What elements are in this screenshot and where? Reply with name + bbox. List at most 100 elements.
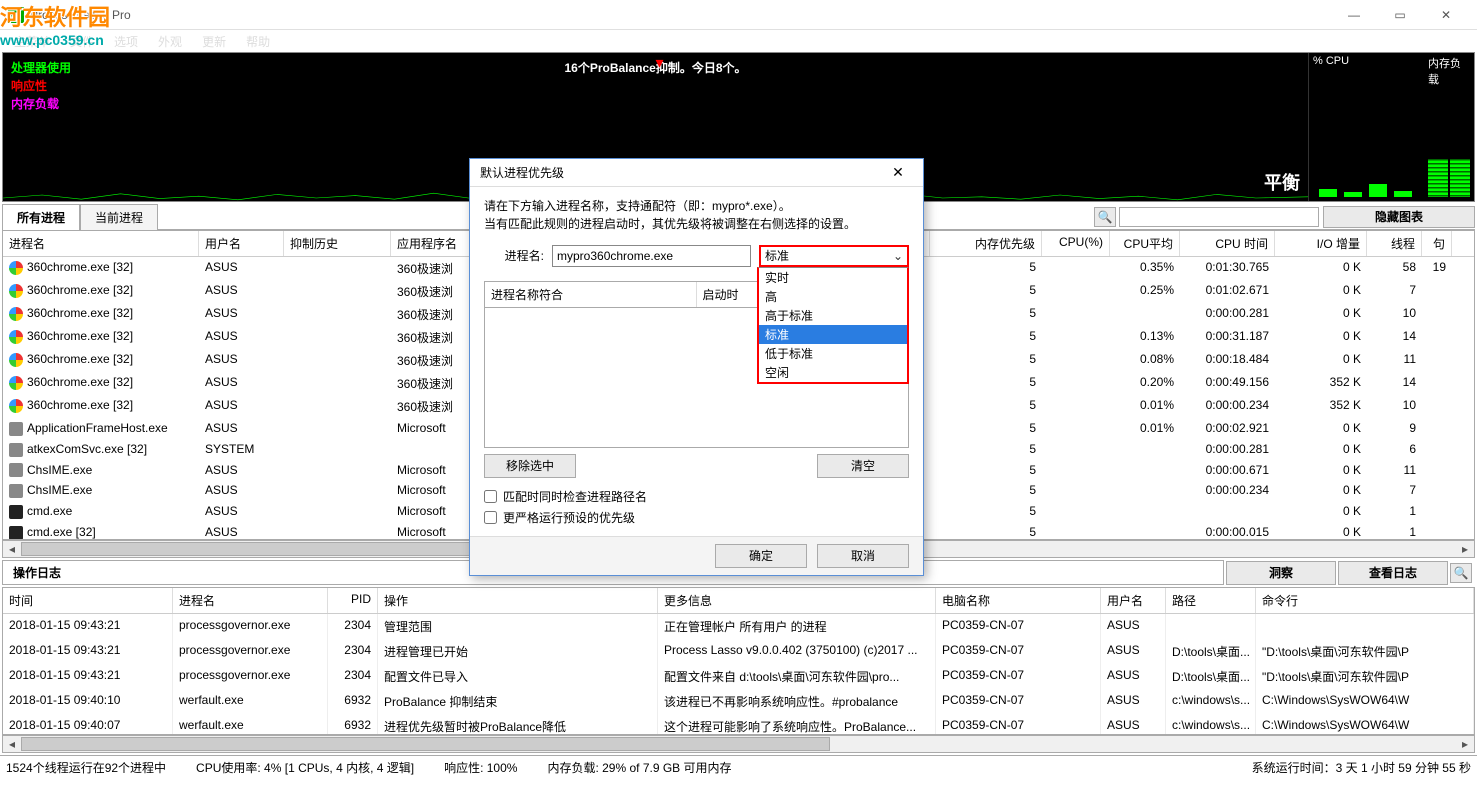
legend-responsiveness: 响应性 [11, 77, 71, 95]
cpu-cores-meter: % CPU [1309, 53, 1422, 201]
process-icon [9, 484, 23, 498]
cancel-button[interactable]: 取消 [817, 544, 909, 568]
process-icon [9, 261, 23, 275]
process-icon [9, 443, 23, 457]
tab-all-processes[interactable]: 所有进程 [2, 204, 80, 230]
priority-option[interactable]: 实时 [759, 268, 907, 287]
status-bar: 1524个线程运行在92个进程中 CPU使用率: 4% [1 CPUs, 4 内… [0, 755, 1477, 779]
menu-main[interactable]: 主菜单 [6, 31, 58, 52]
priority-option[interactable]: 低于标准 [759, 344, 907, 363]
menu-help[interactable]: 帮助 [238, 31, 278, 52]
process-icon [9, 463, 23, 477]
col-cpu-time[interactable]: CPU 时间 [1180, 231, 1275, 256]
check-strict-priority[interactable]: 更严格运行预设的优先级 [484, 509, 909, 526]
table-row[interactable]: 2018-01-15 09:43:21processgovernor.exe23… [3, 639, 1474, 664]
log-table: 时间 进程名 PID 操作 更多信息 电脑名称 用户名 路径 命令行 2018-… [2, 587, 1475, 735]
status-memory: 内存负载: 29% of 7.9 GB 可用内存 [547, 759, 731, 776]
search-input[interactable] [1119, 207, 1319, 227]
legend-memory: 内存负载 [11, 95, 71, 113]
priority-dropdown: 实时高高于标准标准低于标准空闲 [757, 267, 909, 384]
menu-bar: 主菜单 文件 选项 外观 更新 帮助 [0, 30, 1477, 52]
priority-combobox-value: 标准 [765, 247, 789, 264]
menu-update[interactable]: 更新 [194, 31, 234, 52]
dialog-close-icon[interactable]: ✕ [883, 164, 913, 181]
priority-option[interactable]: 高 [759, 287, 907, 306]
process-name-label: 进程名: [484, 247, 544, 264]
memory-meter: 内存负载 [1424, 53, 1474, 201]
close-button[interactable]: ✕ [1423, 0, 1469, 30]
check-match-path[interactable]: 匹配时同时检查进程路径名 [484, 488, 909, 505]
remove-selected-button[interactable]: 移除选中 [484, 454, 576, 478]
scroll-right-icon[interactable]: ▸ [1456, 541, 1474, 557]
priority-option[interactable]: 标准 [759, 325, 907, 344]
minimize-button[interactable]: — [1331, 0, 1377, 30]
status-cpu: CPU使用率: 4% [1 CPUs, 4 内核, 4 逻辑] [196, 759, 414, 776]
table-row[interactable]: 2018-01-15 09:43:21processgovernor.exe23… [3, 664, 1474, 689]
legend-cpu: 处理器使用 [11, 59, 71, 77]
ok-button[interactable]: 确定 [715, 544, 807, 568]
col-threads[interactable]: 线程 [1367, 231, 1422, 256]
clear-button[interactable]: 清空 [817, 454, 909, 478]
log-col-process[interactable]: 进程名 [173, 588, 328, 613]
tab-current-processes[interactable]: 当前进程 [80, 204, 158, 230]
status-uptime: 系统运行时间：3 天 1 小时 59 分钟 55 秒 [1252, 759, 1471, 776]
insight-button[interactable]: 洞察 [1226, 561, 1336, 585]
col-mem-priority[interactable]: 内存优先级 [930, 231, 1042, 256]
process-icon [9, 422, 23, 436]
scroll-right-icon[interactable]: ▸ [1456, 736, 1474, 752]
priority-option[interactable]: 空闲 [759, 363, 907, 382]
log-col-info[interactable]: 更多信息 [658, 588, 936, 613]
process-name-input[interactable] [552, 245, 751, 267]
app-icon [8, 7, 24, 23]
priority-option[interactable]: 高于标准 [759, 306, 907, 325]
menu-view[interactable]: 外观 [150, 31, 190, 52]
view-log-button[interactable]: 查看日志 [1338, 561, 1448, 585]
menu-options[interactable]: 选项 [106, 31, 146, 52]
col-process-name[interactable]: 进程名 [3, 231, 199, 256]
dialog-title-bar[interactable]: 默认进程优先级 ✕ [470, 159, 923, 187]
maximize-button[interactable]: ▭ [1377, 0, 1423, 30]
graph-marker-icon: ▾ [656, 53, 664, 73]
table-row[interactable]: 2018-01-15 09:43:21processgovernor.exe23… [3, 614, 1474, 639]
log-col-computer[interactable]: 电脑名称 [936, 588, 1101, 613]
col-handles[interactable]: 句 [1422, 231, 1452, 256]
cpu-meter-label: % CPU [1309, 53, 1422, 69]
process-icon [9, 284, 23, 298]
search-icon[interactable]: 🔍 [1094, 207, 1116, 227]
dialog-description: 请在下方输入进程名称，支持通配符（即：mypro*.exe）。 当有匹配此规则的… [484, 197, 909, 233]
log-col-pid[interactable]: PID [328, 588, 378, 613]
process-icon [9, 353, 23, 367]
log-table-header: 时间 进程名 PID 操作 更多信息 电脑名称 用户名 路径 命令行 [3, 588, 1474, 614]
col-cpu[interactable]: CPU(%) [1042, 231, 1110, 256]
log-col-operation[interactable]: 操作 [378, 588, 658, 613]
status-responsiveness: 响应性: 100% [444, 759, 517, 776]
log-settings-icon[interactable]: 🔍 [1450, 563, 1472, 583]
col-app[interactable]: 应用程序名 [391, 231, 470, 256]
priority-combobox[interactable]: 标准 ⌄ [759, 245, 909, 267]
window-title: Process Lasso Pro [30, 8, 1331, 22]
table-row[interactable]: 2018-01-15 09:40:07werfault.exe6932进程优先级… [3, 714, 1474, 735]
status-threads: 1524个线程运行在92个进程中 [6, 759, 166, 776]
scroll-left-icon[interactable]: ◂ [3, 736, 21, 752]
dialog-title: 默认进程优先级 [480, 164, 883, 181]
process-icon [9, 505, 23, 519]
menu-file[interactable]: 文件 [62, 31, 102, 52]
log-col-path[interactable]: 路径 [1166, 588, 1256, 613]
default-priority-dialog: 默认进程优先级 ✕ 请在下方输入进程名称，支持通配符（即：mypro*.exe）… [469, 158, 924, 576]
log-col-time[interactable]: 时间 [3, 588, 173, 613]
log-col-cmdline[interactable]: 命令行 [1256, 588, 1474, 613]
memory-meter-label: 内存负载 [1424, 53, 1474, 89]
col-user[interactable]: 用户名 [199, 231, 284, 256]
process-icon [9, 376, 23, 390]
col-io[interactable]: I/O 增量 [1275, 231, 1367, 256]
col-history[interactable]: 抑制历史 [284, 231, 391, 256]
scroll-left-icon[interactable]: ◂ [3, 541, 21, 557]
col-cpu-avg[interactable]: CPU平均 [1110, 231, 1180, 256]
rules-col-name[interactable]: 进程名称符合 [485, 282, 697, 307]
graph-legend: 处理器使用 响应性 内存负载 [11, 59, 71, 113]
log-col-user[interactable]: 用户名 [1101, 588, 1166, 613]
log-table-hscroll[interactable]: ◂ ▸ [2, 735, 1475, 753]
table-row[interactable]: 2018-01-15 09:40:10werfault.exe6932ProBa… [3, 689, 1474, 714]
hide-chart-button[interactable]: 隐藏图表 [1323, 206, 1475, 228]
chevron-down-icon: ⌄ [893, 249, 903, 263]
